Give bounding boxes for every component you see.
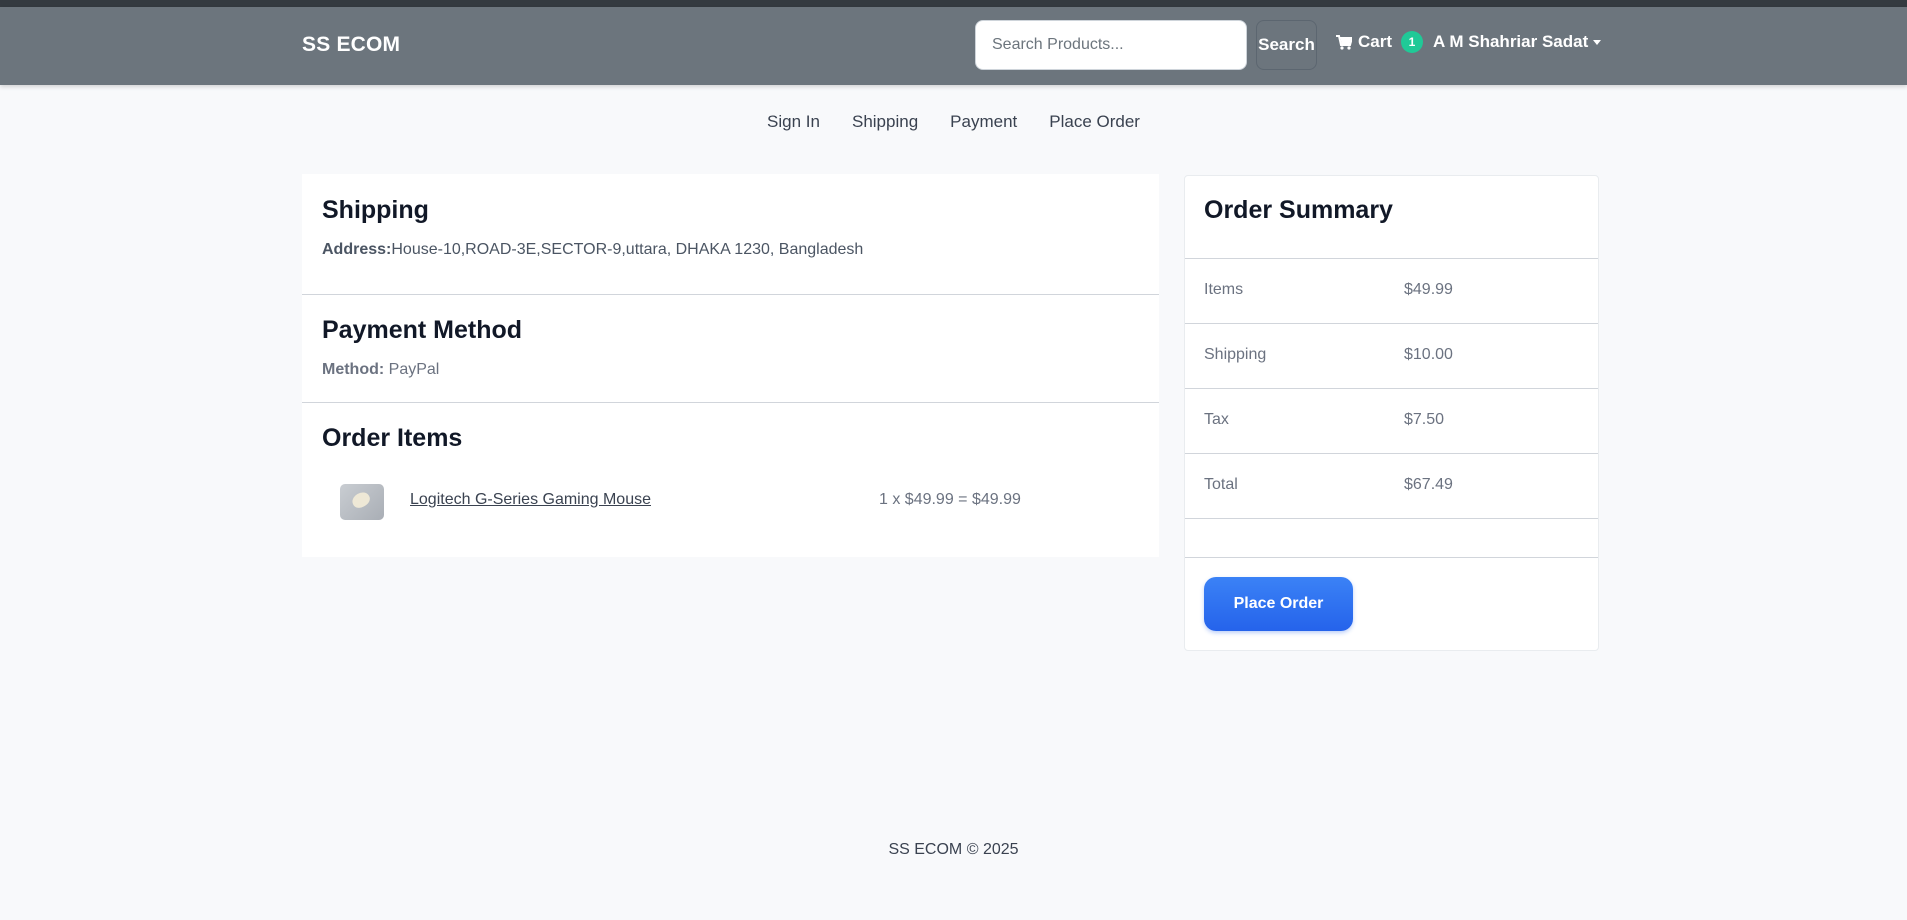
summary-value: $7.50: [1404, 411, 1445, 428]
summary-value: $49.99: [1404, 281, 1453, 298]
product-image: [340, 484, 384, 520]
order-summary-card: Order Summary Items $49.99 Shipping $10.…: [1184, 175, 1599, 651]
user-menu-toggle[interactable]: A M Shahriar Sadat: [1433, 30, 1602, 54]
step-place-order[interactable]: Place Order: [1049, 112, 1140, 138]
address-label: Address:: [322, 241, 392, 258]
divider: [1185, 518, 1598, 519]
item-price-calc: 1 x $49.99 = $49.99: [879, 491, 1021, 508]
step-sign-in[interactable]: Sign In: [767, 112, 820, 138]
top-strip: [0, 0, 1907, 7]
shipping-section: Shipping Address:House-10,ROAD-3E,SECTOR…: [302, 196, 1159, 259]
search-button[interactable]: Search: [1256, 20, 1317, 70]
order-details-card: Shipping Address:House-10,ROAD-3E,SECTOR…: [302, 174, 1159, 557]
cart-link[interactable]: Cart 1: [1336, 30, 1424, 54]
summary-label: Tax: [1204, 411, 1229, 428]
order-items-section: Order Items: [302, 424, 1159, 453]
divider: [1185, 323, 1598, 324]
summary-label: Total: [1204, 476, 1238, 493]
divider: [302, 402, 1159, 403]
footer-copyright: SS ECOM © 2025: [888, 841, 1019, 858]
step-payment[interactable]: Payment: [950, 112, 1017, 138]
order-summary-title: Order Summary: [1204, 196, 1393, 224]
divider: [1185, 453, 1598, 454]
cart-icon: [1336, 34, 1352, 50]
summary-row-total: Total $67.49: [1204, 476, 1584, 500]
list-item: Logitech G-Series Gaming Mouse 1 x $49.9…: [340, 484, 1140, 520]
summary-label: Shipping: [1204, 346, 1267, 363]
address-value: House-10,ROAD-3E,SECTOR-9,uttara, DHAKA …: [391, 241, 864, 258]
chevron-down-icon: [1593, 39, 1602, 45]
cart-count-badge: 1: [1401, 31, 1424, 53]
summary-label: Items: [1204, 281, 1244, 298]
user-name: A M Shahriar Sadat: [1433, 32, 1589, 51]
search-input[interactable]: Search Products...: [975, 20, 1247, 70]
cart-label: Cart: [1358, 32, 1393, 51]
shipping-title: Shipping: [322, 196, 429, 224]
summary-row-tax: Tax $7.50: [1204, 411, 1584, 435]
summary-value: $10.00: [1404, 346, 1453, 363]
divider: [1185, 557, 1598, 558]
checkout-steps: Sign In Shipping Payment Place Order: [0, 112, 1907, 138]
summary-row-shipping: Shipping $10.00: [1204, 346, 1584, 370]
divider: [1185, 388, 1598, 389]
method-value: PayPal: [388, 361, 440, 378]
summary-value: $67.49: [1404, 476, 1453, 493]
navbar: SS ECOM Search Products... Search Cart 1…: [0, 7, 1907, 85]
method-label: Method:: [322, 361, 385, 378]
divider: [1185, 258, 1598, 259]
payment-method: Method: PayPal: [322, 361, 1159, 379]
summary-row-items: Items $49.99: [1204, 281, 1584, 305]
product-link[interactable]: Logitech G-Series Gaming Mouse: [410, 491, 651, 509]
shipping-address: Address:House-10,ROAD-3E,SECTOR-9,uttara…: [322, 241, 1159, 259]
divider: [302, 294, 1159, 295]
payment-section: Payment Method Method: PayPal: [302, 316, 1159, 379]
brand-logo[interactable]: SS ECOM: [302, 33, 400, 57]
step-shipping[interactable]: Shipping: [852, 112, 918, 138]
payment-title: Payment Method: [322, 316, 523, 344]
place-order-button[interactable]: Place Order: [1204, 577, 1353, 631]
order-items-title: Order Items: [322, 424, 463, 452]
